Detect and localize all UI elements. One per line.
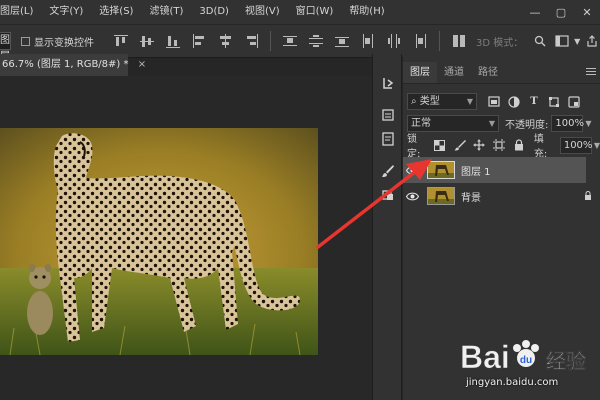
libraries-icon[interactable] (379, 130, 397, 148)
options-right: ▼ (529, 33, 600, 49)
workspace-icon[interactable] (554, 33, 570, 49)
chevron-down-icon: ▼ (488, 119, 495, 128)
swatches-icon[interactable] (379, 186, 397, 204)
lock-transparent-icon[interactable] (433, 138, 447, 152)
menu-select[interactable]: 选择(S) (91, 0, 141, 24)
brush-icon[interactable] (379, 162, 397, 180)
layer-row-1[interactable]: 图层 1 (403, 157, 586, 183)
share-icon[interactable] (584, 33, 600, 49)
distribute-top-icon[interactable] (282, 33, 298, 49)
properties-icon[interactable] (379, 106, 397, 124)
filter-adjust-icon[interactable] (507, 95, 521, 109)
align-left-icon[interactable] (191, 33, 207, 49)
menu-layer[interactable]: 图层(L) (0, 0, 41, 24)
align-bottom-icon[interactable] (165, 33, 181, 49)
auto-align-icon[interactable] (451, 33, 467, 49)
align-vcenter-icon[interactable] (139, 33, 155, 49)
show-transform-label: 显示变换控件 (34, 37, 94, 49)
document-tab[interactable]: 66.7% (图层 1, RGB/8#) * × (0, 54, 146, 76)
eye-icon[interactable] (403, 157, 421, 183)
align-hcenter-icon[interactable] (217, 33, 233, 49)
filter-kind-dropdown[interactable]: ⌕ 类型 ▼ (407, 93, 477, 110)
mode-3d-label: 3D 模式： (476, 37, 524, 49)
show-transform-checkbox[interactable]: 显示变换控件 (21, 34, 94, 49)
watermark-url: jingyan.baidu.com (466, 377, 559, 388)
distribute-vcenter-icon[interactable] (308, 33, 324, 49)
tab-paths[interactable]: 路径 (471, 62, 505, 83)
filter-text-icon[interactable]: T (527, 95, 541, 109)
distribute-hcenter-icon[interactable] (386, 33, 402, 49)
cub-shape (27, 264, 53, 335)
menu-bar: 图层(L) 文字(Y) 选择(S) 滤镜(T) 3D(D) 视图(V) 窗口(W… (0, 0, 600, 24)
distribute-bottom-icon[interactable] (334, 33, 350, 49)
history-icon[interactable] (379, 74, 397, 92)
options-bar: 图层 显示变换控件 3D 模式： ▼ (0, 24, 600, 62)
watermark-brand-b: 经验 (546, 349, 586, 373)
distribute-left-icon[interactable] (360, 33, 376, 49)
lock-label: 锁定: (407, 134, 421, 160)
panel-menu-icon[interactable] (586, 68, 596, 76)
align-buttons (108, 31, 472, 51)
chevron-down-icon: ▼ (466, 97, 473, 106)
eye-icon[interactable] (403, 183, 421, 209)
lock-position-icon[interactable] (473, 138, 487, 152)
menu-3d[interactable]: 3D(D) (191, 0, 237, 24)
lock-all-icon[interactable] (512, 138, 526, 152)
menu-help[interactable]: 帮助(H) (341, 0, 392, 24)
document-title: 66.7% (图层 1, RGB/8#) * (2, 59, 129, 70)
search-icon[interactable] (532, 33, 548, 49)
minimize-icon[interactable]: — (522, 0, 548, 24)
chevron-down-icon[interactable]: ▼ (585, 119, 591, 128)
separator (270, 31, 271, 51)
svg-text:du: du (520, 355, 532, 366)
auto-select-dropdown[interactable]: 图层 (0, 32, 11, 62)
window-controls: — ▢ ✕ (522, 0, 600, 24)
lock-artboard-icon[interactable] (492, 138, 506, 152)
layer-thumbnail (427, 187, 455, 205)
fill-label: 填充: (533, 134, 548, 160)
lock-pixels-icon[interactable] (453, 138, 467, 152)
checkbox-box (21, 36, 30, 46)
panel-tabs: 图层 通道 路径 (403, 62, 600, 84)
filter-smart-icon[interactable] (567, 95, 581, 109)
watermark-brand-a: Bai (460, 339, 510, 375)
filter-shape-icon[interactable] (547, 95, 561, 109)
menu-type[interactable]: 文字(Y) (41, 0, 91, 24)
layer-name: 图层 1 (461, 166, 491, 178)
tab-channels[interactable]: 通道 (437, 62, 471, 83)
separator (439, 31, 440, 51)
fill-input[interactable]: 100% (559, 136, 592, 154)
menu-view[interactable]: 视图(V) (237, 0, 288, 24)
blend-mode-value: 正常 (411, 118, 431, 129)
menu-filter[interactable]: 滤镜(T) (141, 0, 191, 24)
align-top-icon[interactable] (113, 33, 129, 49)
close-icon[interactable]: ✕ (574, 0, 600, 24)
panel-tool-strip (372, 54, 402, 400)
layer-thumbnail (427, 161, 455, 179)
blend-row: 正常 ▼ 不透明度: 100% ▼ (403, 115, 600, 132)
search-icon: ⌕ (411, 96, 417, 107)
filter-pixel-icon[interactable] (487, 95, 501, 109)
tab-layers[interactable]: 图层 (403, 62, 437, 83)
menu-window[interactable]: 窗口(W) (288, 0, 342, 24)
cheetah-photo (0, 128, 318, 355)
layer-filter-row: ⌕ 类型 ▼ T (403, 93, 600, 110)
paw-icon: du (513, 340, 539, 367)
distribute-right-icon[interactable] (412, 33, 428, 49)
chevron-down-icon[interactable]: ▼ (573, 33, 581, 49)
opacity-label: 不透明度: (505, 120, 549, 131)
layer-row-background[interactable]: 背景 (403, 183, 600, 209)
lock-icon (584, 191, 592, 200)
lock-row: 锁定: 填充: 100% ▼ (403, 134, 600, 160)
chevron-down-icon[interactable]: ▼ (594, 141, 600, 150)
filter-kind-value: 类型 (419, 96, 440, 107)
restore-icon[interactable]: ▢ (548, 0, 574, 24)
align-right-icon[interactable] (243, 33, 259, 49)
close-icon[interactable]: × (138, 59, 146, 70)
layer-name: 背景 (461, 192, 481, 204)
